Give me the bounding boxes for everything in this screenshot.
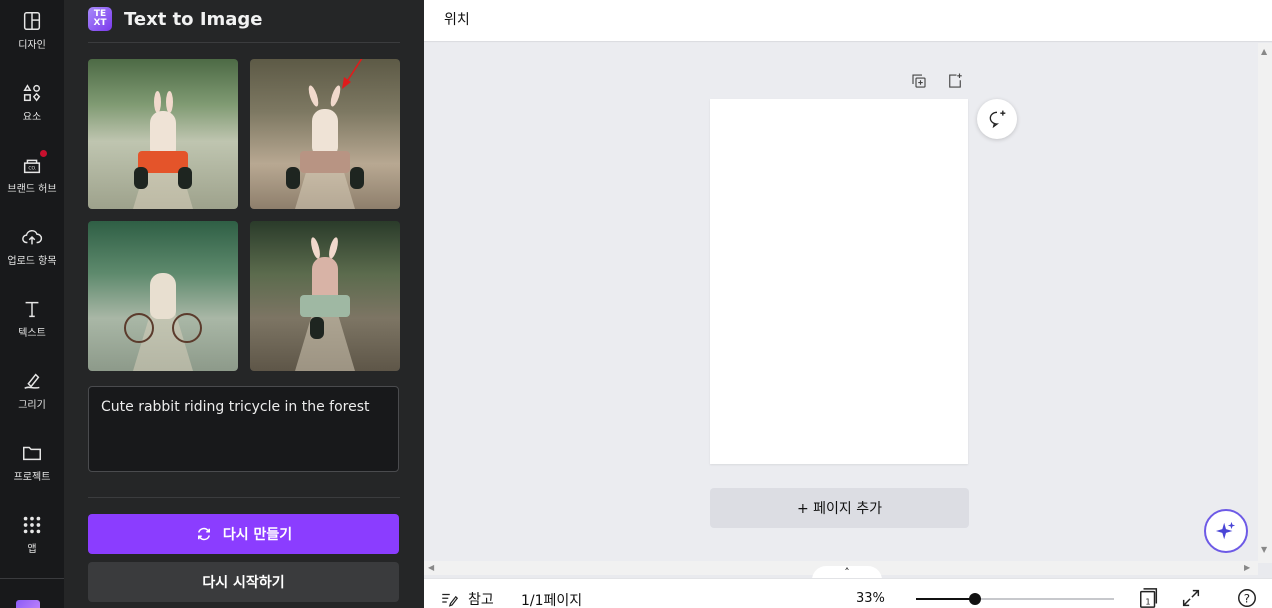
rail-item-label: 브랜드 허브 xyxy=(7,184,57,195)
generated-image-4[interactable] xyxy=(250,221,400,371)
panel-divider xyxy=(88,497,400,498)
zoom-slider-knob[interactable] xyxy=(969,593,982,605)
rail-item-label: 텍스트 xyxy=(18,328,46,339)
position-button[interactable]: 위치 xyxy=(444,9,470,29)
left-nav-rail: 디자인 요소 CO. 브랜드 허브 업로드 항목 텍스트 그리기 프로젝트 앱 xyxy=(0,0,64,608)
rail-item-label: 요소 xyxy=(22,112,42,123)
page-indicator[interactable]: 1/1페이지 xyxy=(521,590,582,608)
rail-item-label: 그리기 xyxy=(18,400,46,411)
text-to-image-panel: TE XT Text to Image Cute rabbit riding t… xyxy=(64,0,424,608)
red-arrow-annotation xyxy=(342,59,363,89)
add-page-icon[interactable] xyxy=(946,72,964,90)
generated-image-1[interactable] xyxy=(88,59,238,209)
rail-item-design[interactable]: 디자인 xyxy=(0,10,64,72)
zoom-slider-fill xyxy=(916,598,976,600)
scroll-right-icon[interactable]: ▶ xyxy=(1244,563,1250,572)
draw-icon xyxy=(24,373,40,389)
comment-add-icon xyxy=(989,110,1006,129)
cloud-upload-icon xyxy=(22,229,43,245)
notes-label: 참고 xyxy=(468,592,494,608)
scroll-down-icon[interactable]: ▼ xyxy=(1261,545,1267,554)
restart-button[interactable]: 다시 시작하기 xyxy=(88,562,399,602)
add-comment-button[interactable] xyxy=(977,99,1017,139)
svg-text:CO.: CO. xyxy=(28,166,36,172)
page-grid-button[interactable]: 1 xyxy=(1138,587,1160,608)
bottom-bar: 참고 1/1페이지 33% 1 ? xyxy=(424,578,1272,608)
notes-button[interactable]: 참고 xyxy=(440,589,494,608)
prompt-textarea[interactable]: Cute rabbit riding tricycle in the fores… xyxy=(88,386,399,472)
expand-arrows-icon xyxy=(1182,589,1200,607)
add-page-button[interactable]: + 페이지 추가 xyxy=(710,488,969,528)
rail-item-label: 프로젝트 xyxy=(13,472,51,483)
rail-item-draw[interactable]: 그리기 xyxy=(0,370,64,432)
rail-item-elements[interactable]: 요소 xyxy=(0,82,64,144)
rail-item-label: 디자인 xyxy=(18,40,46,51)
help-button[interactable]: ? xyxy=(1236,587,1258,608)
design-page[interactable] xyxy=(710,99,968,464)
rail-divider xyxy=(0,578,64,579)
panel-header: TE XT Text to Image xyxy=(88,4,263,34)
rail-item-uploads[interactable]: 업로드 항목 xyxy=(0,226,64,288)
scroll-up-icon[interactable]: ▲ xyxy=(1261,47,1267,56)
shapes-icon xyxy=(23,84,41,102)
page-count-badge: 1 xyxy=(1145,596,1150,606)
rail-item-projects[interactable]: 프로젝트 xyxy=(0,442,64,504)
magic-assistant-button[interactable] xyxy=(1204,509,1248,553)
notification-dot xyxy=(40,150,47,157)
duplicate-page-icon[interactable] xyxy=(910,72,928,90)
top-bar: 위치 xyxy=(424,0,1272,42)
rail-item-label: 업로드 항목 xyxy=(7,256,57,267)
rail-item-apps[interactable]: 앱 xyxy=(0,514,64,576)
regenerate-label: 다시 만들기 xyxy=(222,527,293,543)
page-tools xyxy=(910,72,964,90)
restart-label: 다시 시작하기 xyxy=(202,575,285,591)
pages-icon: 1 xyxy=(1140,588,1158,608)
help-icon: ? xyxy=(1238,589,1256,607)
notes-icon xyxy=(442,593,458,607)
rail-item-text[interactable]: 텍스트 xyxy=(0,298,64,360)
zoom-slider[interactable] xyxy=(916,593,1114,605)
apps-grid-icon xyxy=(23,516,41,534)
vertical-scrollbar[interactable]: ▲ ▼ xyxy=(1258,43,1272,563)
panel-title: Text to Image xyxy=(124,8,263,30)
text-icon xyxy=(25,301,39,318)
sparkle-icon xyxy=(1215,521,1236,540)
generated-image-2[interactable] xyxy=(250,59,400,209)
brand-hub-icon: CO. xyxy=(23,159,41,174)
generated-image-3[interactable] xyxy=(88,221,238,371)
folder-icon xyxy=(23,446,41,461)
layout-icon xyxy=(23,12,41,30)
fullscreen-button[interactable] xyxy=(1180,587,1202,608)
rail-item-label: 앱 xyxy=(27,544,37,555)
regenerate-button[interactable]: 다시 만들기 xyxy=(88,514,399,554)
help-label: ? xyxy=(1244,592,1250,606)
text-to-image-app-icon: TE XT xyxy=(88,7,112,31)
panel-divider xyxy=(88,42,400,43)
rail-item-brand-hub[interactable]: CO. 브랜드 허브 xyxy=(0,154,64,216)
scroll-left-icon[interactable]: ◀ xyxy=(428,563,434,572)
active-app-icon[interactable] xyxy=(16,600,40,608)
zoom-percentage[interactable]: 33% xyxy=(856,591,885,606)
refresh-icon xyxy=(197,527,210,541)
